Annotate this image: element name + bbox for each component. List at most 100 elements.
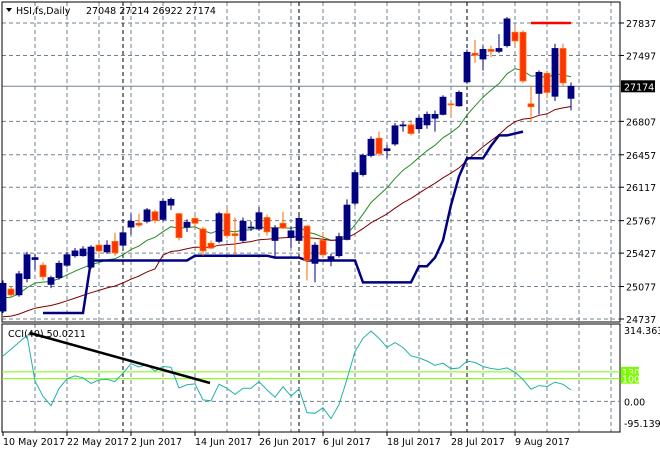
cci-trend-line[interactable] <box>29 331 211 385</box>
candle-body <box>431 113 439 119</box>
candle <box>295 215 303 243</box>
candle <box>399 122 407 132</box>
x-tick-label: 10 May 2017 <box>3 437 65 448</box>
candle-body <box>407 124 415 134</box>
candle-body <box>471 52 479 56</box>
candles <box>0 16 575 313</box>
candle-body <box>311 244 319 264</box>
candle-body <box>567 85 575 99</box>
candle <box>367 136 375 158</box>
y-tick-label: 27837 <box>626 19 656 30</box>
candle <box>183 219 191 232</box>
y-tick-label: 24737 <box>626 315 656 326</box>
ohlc-header-values: 27048 27214 26922 27174 <box>86 6 216 17</box>
candle-body <box>7 288 15 296</box>
candle <box>95 242 103 254</box>
candle <box>551 43 559 102</box>
candle-body <box>303 225 311 261</box>
candle <box>87 245 95 270</box>
y-tick-label: 26807 <box>626 117 656 128</box>
candle-body <box>375 137 383 154</box>
grid <box>2 2 620 432</box>
candle <box>263 214 271 236</box>
cci-window-frame <box>1 323 621 433</box>
candle <box>495 34 503 54</box>
candle-body <box>391 125 399 145</box>
candle-body <box>223 213 231 237</box>
candle <box>31 253 39 271</box>
y-tick-label: 26117 <box>626 183 656 194</box>
candle-body <box>159 200 167 220</box>
candle-body <box>279 222 287 229</box>
candle-body <box>519 31 527 82</box>
candle-body <box>359 155 367 175</box>
candle <box>527 85 535 123</box>
candle-body <box>231 233 239 237</box>
candle <box>111 232 119 256</box>
candle <box>351 169 359 206</box>
candle <box>471 39 479 63</box>
candle-body <box>103 244 111 253</box>
candle-body <box>23 254 31 280</box>
candle-body <box>47 277 55 285</box>
main-chart-frame <box>1 1 621 323</box>
candle <box>423 111 431 129</box>
candle-body <box>463 51 471 83</box>
candle-body <box>39 264 47 278</box>
candle <box>79 246 87 257</box>
candle <box>39 262 47 281</box>
x-tick-label: 26 Jun 2017 <box>259 437 316 448</box>
candle-body <box>167 198 175 206</box>
candle <box>199 227 207 256</box>
candle-body <box>135 222 143 226</box>
candle <box>415 115 423 134</box>
candle <box>103 240 111 254</box>
y-tick-label: 25427 <box>626 249 656 260</box>
candle-body <box>527 103 535 108</box>
cci-tick-label: 314.3633 <box>624 326 660 337</box>
candle-body <box>559 48 567 84</box>
candle-body <box>543 72 551 93</box>
candle-body <box>511 31 519 42</box>
candle <box>343 199 351 241</box>
candle <box>255 206 263 231</box>
candle-body <box>503 18 511 47</box>
candle-body <box>151 211 159 221</box>
chart-header: HSI,fs,Daily 27048 27214 26922 27174 <box>6 6 216 17</box>
candle <box>207 240 215 250</box>
y-tick-label: 25077 <box>626 283 656 294</box>
x-tick-label: 22 May 2017 <box>67 437 129 448</box>
candle-body <box>295 218 303 241</box>
x-tick-label: 28 Jul 2017 <box>451 437 505 448</box>
candle <box>455 90 463 107</box>
price-chart[interactable]: 130100314.36330.00-95.1391 2783727497268… <box>0 0 660 450</box>
current-price-label: 27174 <box>624 82 654 93</box>
candle-body <box>487 49 495 52</box>
candle <box>159 198 167 222</box>
candle <box>375 131 383 157</box>
candle <box>63 251 71 268</box>
candle-body <box>439 96 447 115</box>
candle-body <box>263 217 271 233</box>
candle-body <box>95 244 103 252</box>
candle <box>303 225 311 281</box>
candle-body <box>15 273 23 296</box>
candle-body <box>271 227 279 241</box>
candle <box>407 120 415 136</box>
candle-body <box>551 48 559 97</box>
candle-body <box>415 117 423 130</box>
collapse-triangle-icon[interactable] <box>6 8 12 12</box>
candle <box>335 232 343 258</box>
cci-tick-label: 0.00 <box>624 397 645 408</box>
candle <box>463 49 471 84</box>
candle <box>191 215 199 228</box>
candle-body <box>447 103 455 106</box>
candle-body <box>455 92 463 107</box>
candle-body <box>423 113 431 126</box>
candle-body <box>175 213 183 238</box>
candle-body <box>79 248 87 257</box>
candle-body <box>343 204 351 240</box>
candle-body <box>63 254 71 266</box>
candle <box>543 70 551 99</box>
candle-body <box>351 172 359 204</box>
